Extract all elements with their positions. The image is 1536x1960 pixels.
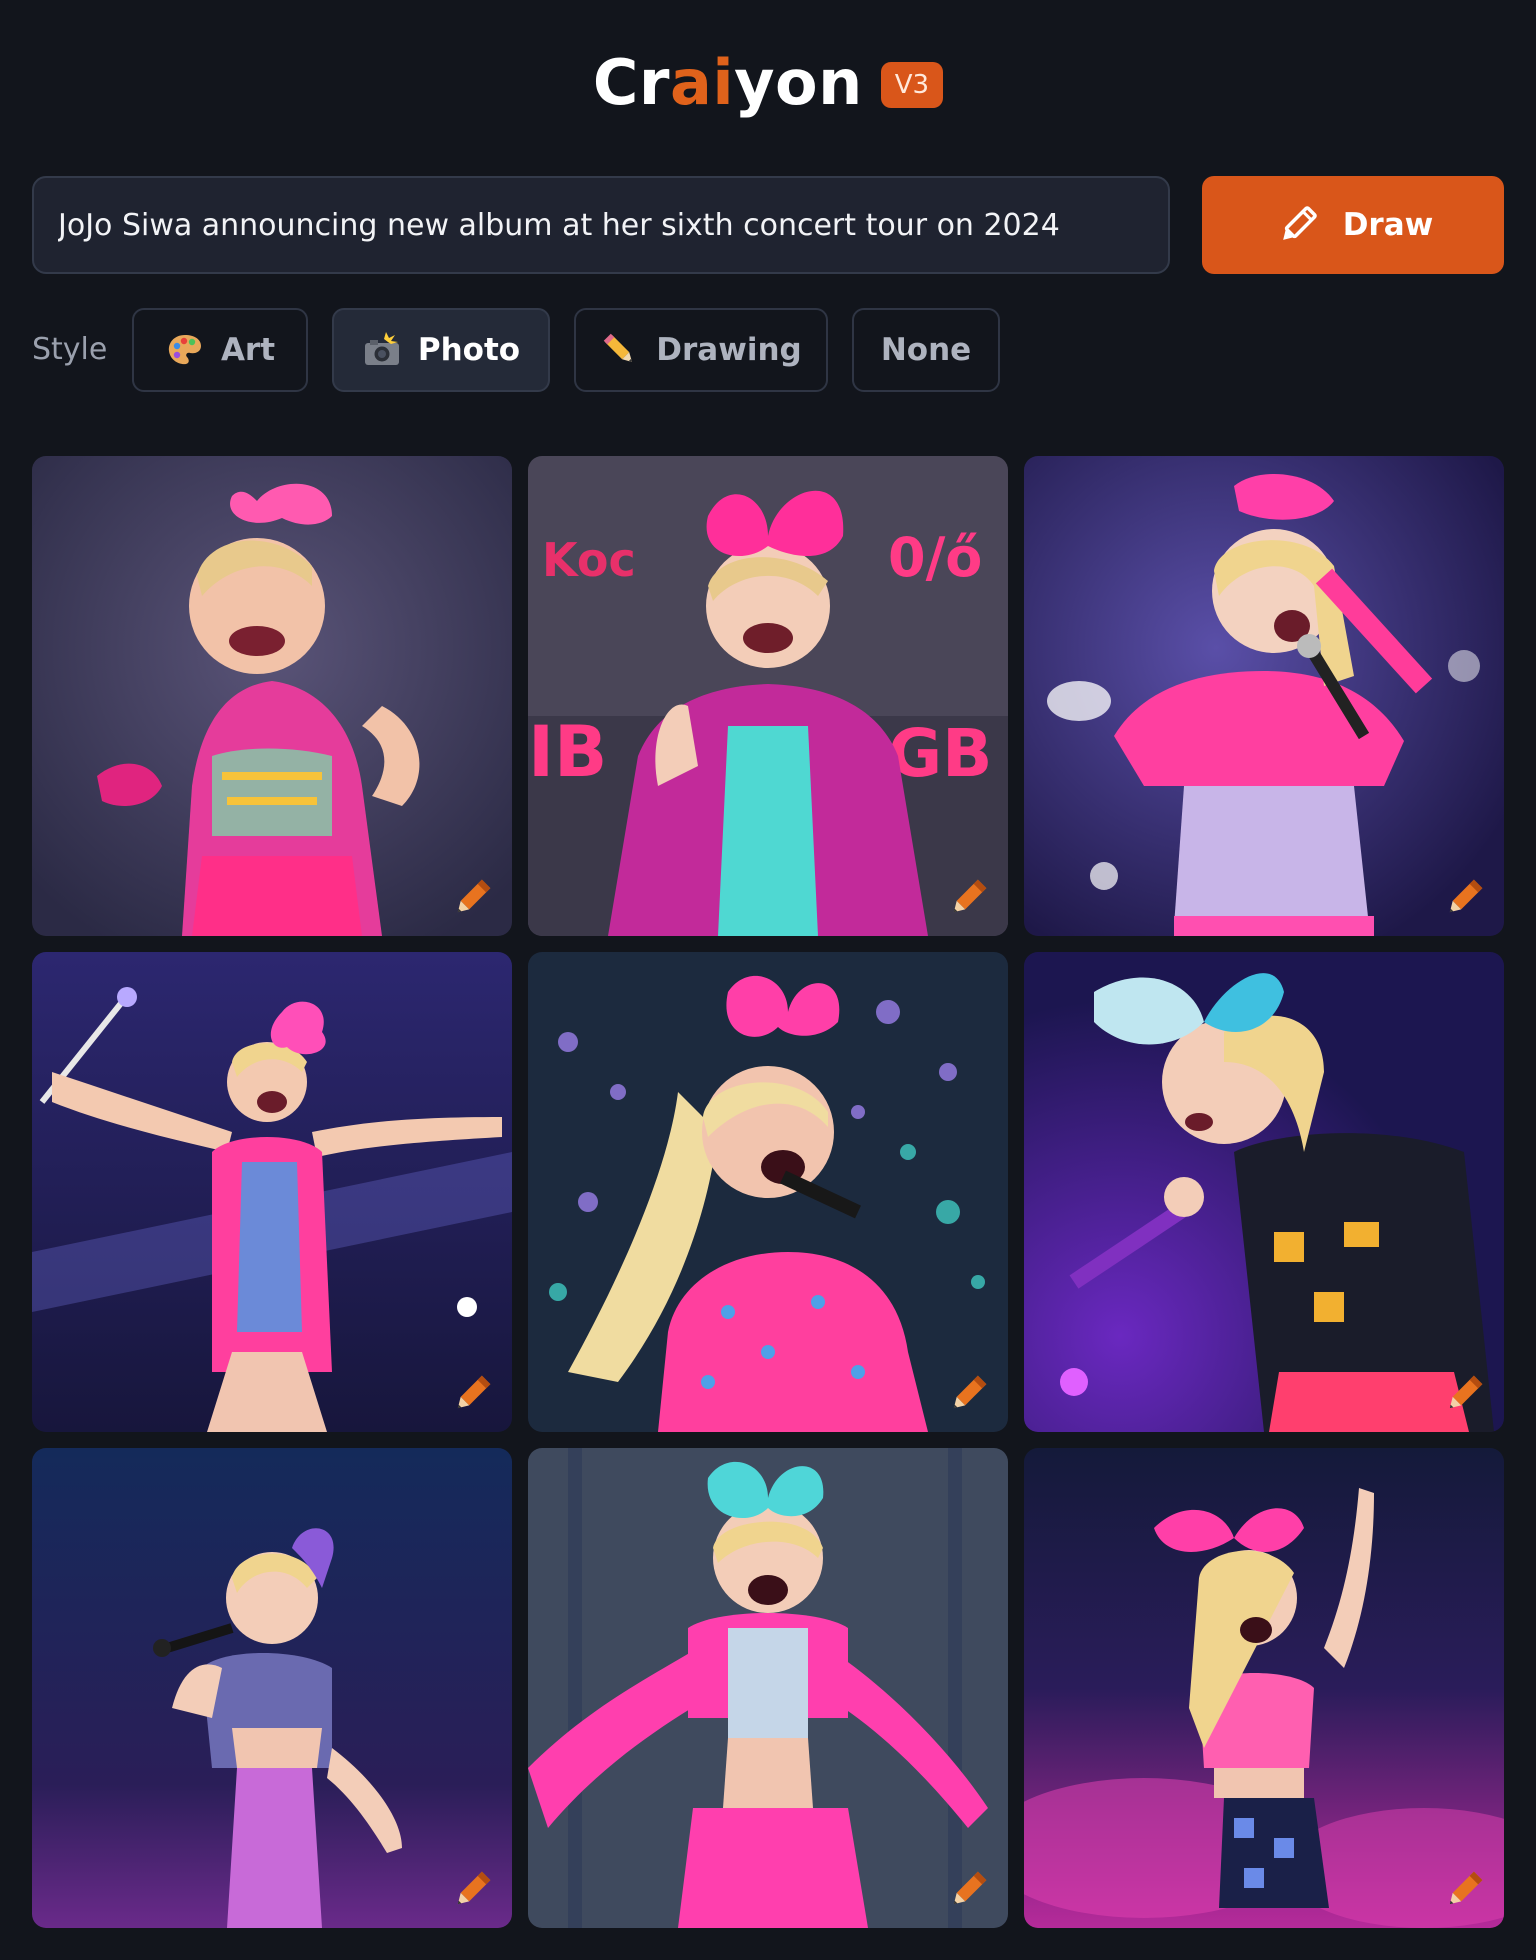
style-label: Style (32, 332, 108, 367)
pencil-icon (1282, 206, 1317, 240)
edit-pencil-icon[interactable] (446, 872, 498, 924)
edit-pencil-icon[interactable] (446, 1368, 498, 1420)
style-option-photo-label: Photo (417, 332, 521, 368)
result-image-5[interactable] (528, 952, 1008, 1432)
performer-photo (32, 952, 512, 1432)
svg-text:GB: GB (888, 715, 992, 792)
style-option-none[interactable]: None (852, 308, 1000, 392)
performer-photo (1024, 456, 1504, 936)
pencil-icon (600, 330, 640, 370)
result-image-1[interactable] (32, 456, 512, 936)
edit-pencil-icon[interactable] (1438, 872, 1490, 924)
svg-text:IB: IB (528, 711, 607, 793)
result-image-2[interactable]: Koc 0/ő IB GB (528, 456, 1008, 936)
performer-photo (528, 1448, 1008, 1928)
style-option-art-label: Art (220, 332, 276, 368)
draw-button-label: Draw (1342, 207, 1434, 243)
craiyon-logo[interactable]: Craiyon (593, 52, 863, 114)
edit-pencil-icon[interactable] (1438, 1368, 1490, 1420)
camera-flash-icon (362, 330, 402, 370)
result-image-3[interactable] (1024, 456, 1504, 936)
svg-text:0/ő: 0/ő (888, 526, 982, 589)
palette-icon (165, 330, 205, 370)
results-grid: Koc 0/ő IB GB (32, 456, 1504, 1928)
style-option-photo[interactable]: Photo (332, 308, 550, 392)
edit-pencil-icon[interactable] (942, 1368, 994, 1420)
edit-pencil-icon[interactable] (942, 872, 994, 924)
performer-photo: Koc 0/ő IB GB (528, 456, 1008, 936)
style-option-art[interactable]: Art (132, 308, 308, 392)
edit-pencil-icon[interactable] (1438, 1864, 1490, 1916)
performer-photo (32, 1448, 512, 1928)
draw-button[interactable]: Draw (1202, 176, 1504, 274)
result-image-8[interactable] (528, 1448, 1008, 1928)
result-image-9[interactable] (1024, 1448, 1504, 1928)
style-option-drawing[interactable]: Drawing (574, 308, 828, 392)
prompt-input[interactable] (58, 207, 1144, 243)
edit-pencil-icon[interactable] (942, 1864, 994, 1916)
edit-pencil-icon[interactable] (446, 1864, 498, 1916)
performer-photo (32, 456, 512, 936)
style-option-drawing-label: Drawing (656, 332, 802, 368)
svg-text:Koc: Koc (542, 533, 636, 587)
result-image-6[interactable] (1024, 952, 1504, 1432)
prompt-field[interactable] (32, 176, 1170, 274)
performer-photo (528, 952, 1008, 1432)
result-image-4[interactable] (32, 952, 512, 1432)
performer-photo (1024, 1448, 1504, 1928)
style-option-none-label: None (880, 332, 972, 368)
app-header: Craiyon V3 (0, 38, 1536, 128)
version-badge: V3 (880, 62, 944, 108)
style-selector: Style Art Photo Drawing None (32, 308, 1032, 392)
performer-photo (1024, 952, 1504, 1432)
result-image-7[interactable] (32, 1448, 512, 1928)
